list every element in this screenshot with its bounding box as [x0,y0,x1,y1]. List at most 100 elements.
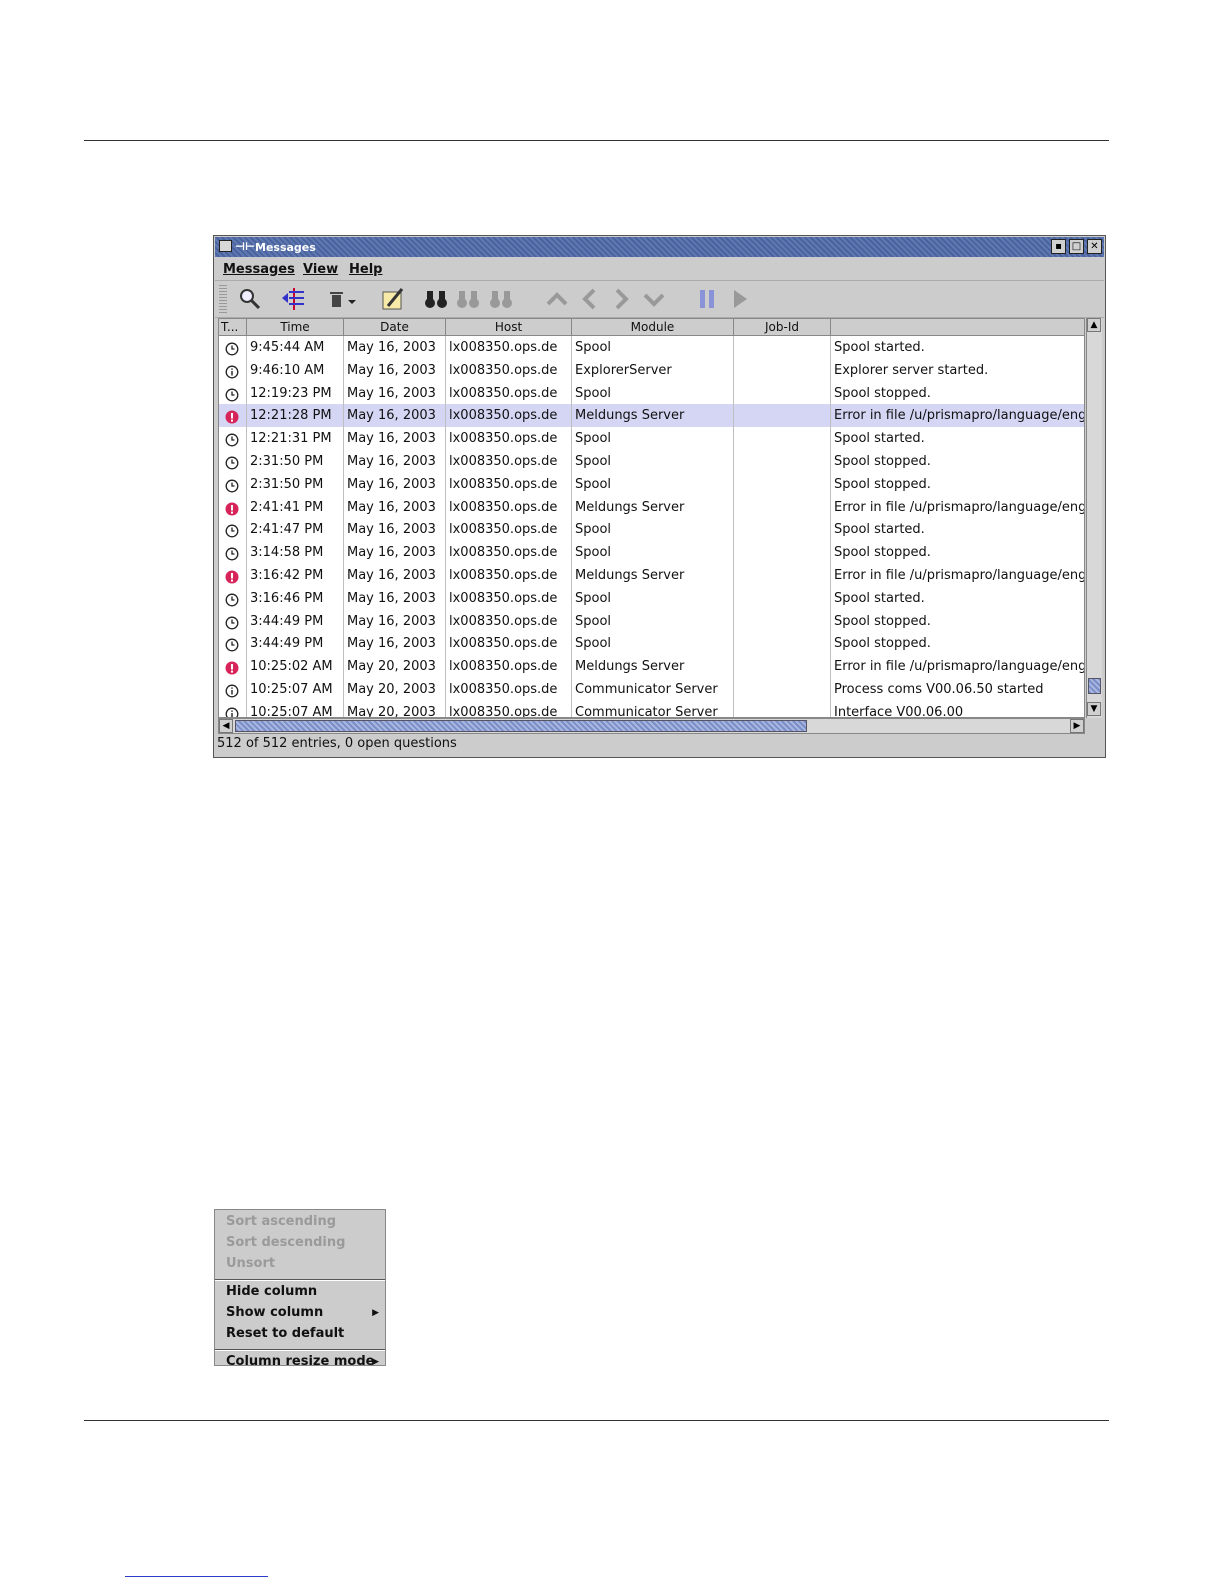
table-row[interactable]: 9:45:44 AM May 16, 2003 lx008350.ops.de Spo… [219,336,1084,359]
table-row[interactable]: 3:14:58 PM May 16, 2003 lx008350.ops.de Spo… [219,541,1084,565]
menu-view[interactable]: View [303,262,338,277]
cell-text: Spool stopped. [834,613,931,629]
cell-jobid [734,336,831,359]
cell-date: May 16, 2003 [344,472,446,496]
table-row[interactable]: 2:31:50 PM May 16, 2003 lx008350.ops.de Spo… [219,472,1084,496]
table-row[interactable]: 3:16:42 PM May 16, 2003 lx008350.ops.de Mel… [219,564,1084,587]
table-row[interactable]: 3:44:49 PM May 16, 2003 lx008350.ops.de Spo… [219,609,1084,633]
play-icon[interactable] [727,286,753,312]
cell-module: Spool [572,450,734,473]
cell-text: Spool stopped. [834,476,931,492]
cell-type [219,358,247,382]
messages-window: ⊣⊢ Messages ▪ □ ✕ Messages View Help T..… [213,235,1106,758]
cell-date: May 16, 2003 [344,541,446,565]
messages-table[interactable]: T... Time Date Host Module Job-Id 9:45:4… [218,318,1085,718]
menu-item-unsort[interactable]: Unsort [226,1256,275,1271]
right-icon[interactable] [608,286,634,312]
cell-time: 12:21:28 PM [247,404,344,428]
pin-icon[interactable]: ⊣⊢ [235,240,255,253]
table-row[interactable]: 3:44:49 PM May 16, 2003 lx008350.ops.de Spo… [219,632,1084,656]
table-row[interactable]: 3:16:46 PM May 16, 2003 lx008350.ops.de Spo… [219,586,1084,610]
cell-jobid [734,541,831,565]
cell-jobid [734,655,831,679]
menu-help[interactable]: Help [349,262,382,277]
cell-date: May 16, 2003 [344,336,446,359]
cell-type [219,700,247,717]
cell-jobid [734,404,831,428]
maximize-button[interactable]: □ [1069,239,1084,254]
table-row[interactable]: 10:25:07 AM May 20, 2003 lx008350.ops.de Co… [219,678,1084,701]
cell-type [219,404,247,428]
cell-host: lx008350.ops.de [446,655,572,679]
table-row[interactable]: 2:31:50 PM May 16, 2003 lx008350.ops.de Spo… [219,450,1084,473]
down-icon[interactable] [641,286,667,312]
title-bar[interactable]: ⊣⊢ Messages ▪ □ ✕ [215,237,1104,257]
up-icon[interactable] [544,286,570,312]
cell-time: 3:16:42 PM [247,564,344,587]
cell-text: Error in file /u/prismapro/language/engl [834,408,1084,424]
table-row[interactable]: 9:46:10 AM May 16, 2003 lx008350.ops.de Exp… [219,358,1084,382]
cell-host: lx008350.ops.de [446,495,572,519]
cell-date: May 20, 2003 [344,678,446,701]
menu-item-sort-ascending[interactable]: Sort ascending [226,1214,336,1229]
column-header-jobid[interactable]: Job-Id [734,319,831,335]
scroll-down-arrow[interactable]: ▼ [1087,702,1101,716]
cell-type [219,586,247,610]
cell-host: lx008350.ops.de [446,678,572,701]
column-header-module[interactable]: Module [572,319,734,335]
cell-jobid [734,678,831,701]
cell-module: ExplorerServer [572,358,734,382]
submenu-arrow-icon: ▶ [372,1308,379,1318]
column-header-text[interactable] [831,319,1084,335]
column-header-type[interactable]: T... [219,319,247,335]
toolbar-grip[interactable] [219,285,227,313]
table-row[interactable]: 2:41:47 PM May 16, 2003 lx008350.ops.de Spo… [219,518,1084,542]
pause-icon[interactable] [694,286,720,312]
horizontal-scrollbar[interactable]: ◀ ▶ [218,718,1085,734]
menu-item-sort-descending[interactable]: Sort descending [226,1235,345,1250]
minimize-button[interactable]: ▪ [1051,239,1066,254]
cell-module: Meldungs Server [572,564,734,587]
left-icon[interactable] [577,286,603,312]
column-header-host[interactable]: Host [446,319,572,335]
binoculars-prev-icon[interactable] [455,286,481,312]
menu-item-show-column[interactable]: Show column [226,1305,323,1320]
footer-link-underline[interactable] [125,1576,268,1577]
table-row[interactable]: 2:41:41 PM May 16, 2003 lx008350.ops.de Mel… [219,495,1084,519]
menu-item-column-resize-mode[interactable]: Column resize mode [226,1354,374,1369]
column-header-time[interactable]: Time [247,319,344,335]
cell-time: 3:16:46 PM [247,586,344,610]
horizontal-scroll-thumb[interactable] [235,720,807,732]
table-row[interactable]: 10:25:02 AM May 20, 2003 lx008350.ops.de Me… [219,655,1084,679]
table-row[interactable]: 10:25:07 AM May 20, 2003 lx008350.ops.de Co… [219,700,1084,717]
menu-item-hide-column[interactable]: Hide column [226,1284,317,1299]
scroll-up-arrow[interactable]: ▲ [1087,318,1101,332]
cell-module: Spool [572,336,734,359]
close-button[interactable]: ✕ [1087,239,1102,254]
cell-type [219,541,247,565]
search-icon[interactable] [237,286,263,312]
table-row[interactable]: 12:21:28 PM May 16, 2003 lx008350.ops.de Me… [219,404,1084,428]
table-row[interactable]: 12:21:31 PM May 16, 2003 lx008350.ops.de Sp… [219,427,1084,451]
edit-note-icon[interactable] [380,286,406,312]
scroll-right-arrow[interactable]: ▶ [1070,719,1084,733]
cell-date: May 16, 2003 [344,632,446,656]
table-row[interactable]: 12:19:23 PM May 16, 2003 lx008350.ops.de Sp… [219,381,1084,405]
cell-host: lx008350.ops.de [446,518,572,542]
cell-jobid [734,450,831,473]
binoculars-icon[interactable] [423,286,449,312]
dropdown-icon[interactable] [345,286,359,312]
column-header-date[interactable]: Date [344,319,446,335]
filter-icon[interactable] [280,286,306,312]
vertical-scroll-thumb[interactable] [1088,678,1101,694]
vertical-scrollbar[interactable]: ▲ ▼ [1086,318,1102,718]
menu-messages[interactable]: Messages [223,262,295,277]
menu-item-reset-to-default[interactable]: Reset to default [226,1326,344,1341]
binoculars-next-icon[interactable] [488,286,514,312]
window-icon[interactable] [219,240,232,252]
cell-time: 12:21:31 PM [247,427,344,451]
cell-text: Spool started. [834,522,925,538]
cell-date: May 16, 2003 [344,427,446,451]
cell-module: Spool [572,586,734,610]
scroll-left-arrow[interactable]: ◀ [219,719,233,733]
